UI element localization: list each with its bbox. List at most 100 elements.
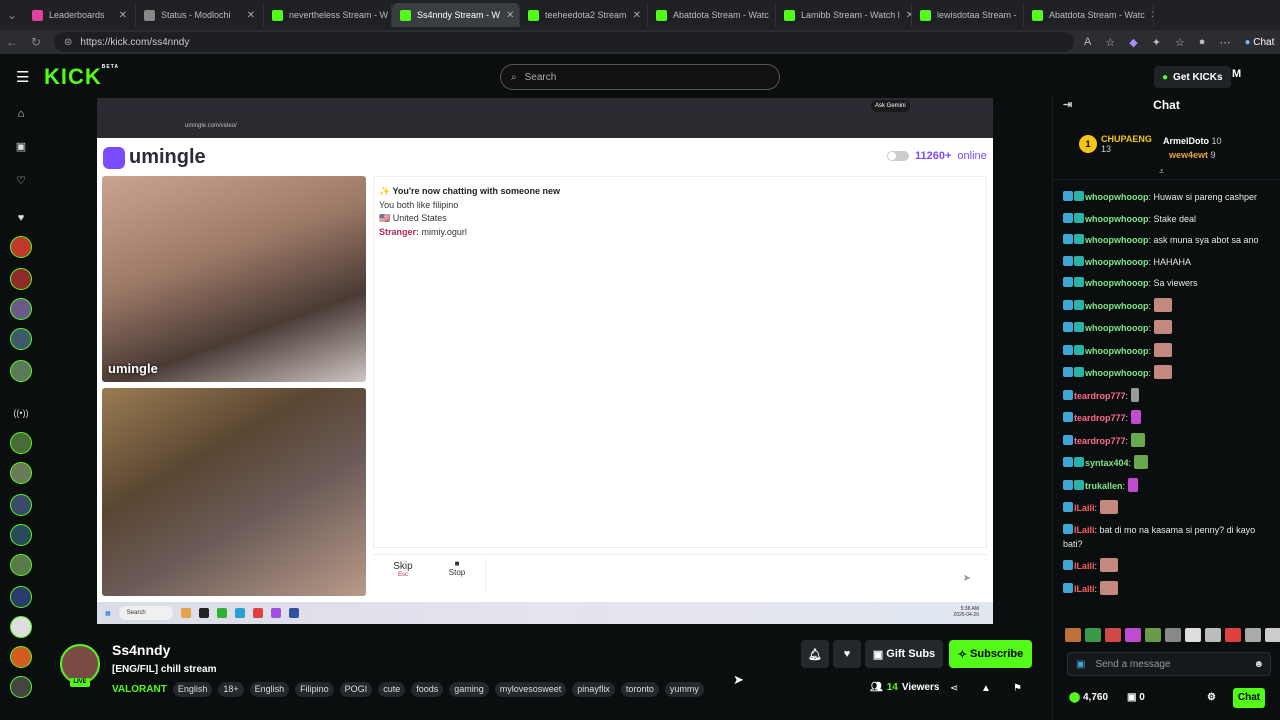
notification-bell-button[interactable]: 🔔︎ (801, 640, 829, 668)
read-aloud-icon[interactable]: A (1084, 36, 1091, 48)
chat-username[interactable]: ILaili (1074, 525, 1095, 535)
chat-username[interactable]: teardrop777 (1074, 413, 1126, 423)
site-info-icon[interactable]: ⊜ (64, 37, 72, 48)
chat-username[interactable]: teardrop777 (1074, 391, 1126, 401)
tag-chip[interactable]: toronto (620, 682, 659, 697)
chat-username[interactable]: teardrop777 (1074, 436, 1126, 446)
quick-emote-icon[interactable] (1105, 628, 1121, 642)
chat-username[interactable]: whoopwhooop (1085, 257, 1148, 267)
chat-username[interactable]: whoopwhooop (1085, 301, 1148, 311)
quick-emote-icon[interactable] (1145, 628, 1161, 642)
gear-icon[interactable]: ⚙ (1207, 692, 1216, 703)
get-kicks-button[interactable]: ● Get KICKs (1154, 66, 1231, 88)
leader-third[interactable]: wew4ewt 9 (1169, 150, 1216, 160)
chat-username[interactable]: whoopwhooop (1085, 235, 1148, 245)
quick-emote-icon[interactable] (1185, 628, 1201, 642)
send-chat-button[interactable]: Chat (1233, 688, 1265, 708)
chat-username[interactable]: whoopwhooop (1085, 323, 1148, 333)
emoji-icon[interactable]: ☻ (1253, 659, 1264, 670)
kick-logo[interactable]: KICKBETA (44, 64, 119, 90)
close-tab-icon[interactable]: ✕ (119, 10, 127, 21)
tag-chip[interactable]: POGI (339, 682, 373, 697)
tag-chip[interactable]: foods (411, 682, 444, 697)
quick-emote-icon[interactable] (1225, 628, 1241, 642)
live-icon[interactable]: ((•)) (13, 408, 29, 424)
tag-chip[interactable]: English (172, 682, 213, 697)
more-options-icon[interactable]: ⚑ (1013, 683, 1022, 694)
tag-chip[interactable]: yummy (664, 682, 704, 697)
user-menu[interactable]: M (1232, 68, 1241, 80)
tag-chip[interactable]: pinayflix (572, 682, 615, 697)
browser-tab[interactable]: Ss4nndy Stream - W ✕ (392, 3, 520, 27)
quick-emote-icon[interactable] (1085, 628, 1101, 642)
profile-icon[interactable]: ● (1199, 36, 1206, 48)
recommended-channel-avatar[interactable] (10, 554, 32, 576)
following-icon[interactable]: ♡ (13, 174, 29, 190)
copilot-button[interactable]: ● Chat (1244, 37, 1274, 48)
followed-channel-avatar[interactable] (10, 360, 32, 382)
recommended-channel-avatar[interactable] (10, 494, 32, 516)
recommended-channel-avatar[interactable] (10, 524, 32, 546)
followed-channel-avatar[interactable] (10, 236, 32, 258)
video-player[interactable]: Ask Gemini umingle.com/video/ umingle 11… (97, 98, 993, 624)
browser-tab[interactable]: Leaderboards ✕ (24, 3, 136, 27)
browser-tab[interactable]: lewisdotaa Stream -✕ (912, 3, 1024, 27)
favorites-icon[interactable]: ☆ (1175, 36, 1185, 49)
collapse-chat-icon[interactable]: ⇥ (1063, 98, 1072, 111)
chat-username[interactable]: whoopwhooop (1085, 346, 1148, 356)
more-icon[interactable]: ⋯ (1219, 36, 1230, 49)
leader-second[interactable]: ArmelDoto 10 (1163, 136, 1222, 146)
chat-username[interactable]: whoopwhooop (1085, 192, 1148, 202)
browser-tab[interactable]: Abatdota Stream - Watc✕ (1024, 3, 1154, 27)
chat-input[interactable]: ▣ Send a message ☻ (1067, 652, 1271, 676)
report-icon[interactable]: ▲ (981, 683, 991, 694)
quick-emote-icon[interactable] (1205, 628, 1221, 642)
tag-chip[interactable]: Filipino (295, 682, 334, 697)
recommended-channel-avatar[interactable] (10, 616, 32, 638)
close-tab-icon[interactable]: ✕ (506, 10, 514, 21)
chat-username[interactable]: ILaili (1074, 561, 1095, 571)
recommended-channel-avatar[interactable] (10, 646, 32, 668)
channel-points[interactable]: ⬤ 4,760 (1069, 692, 1108, 703)
chat-username[interactable]: ILaili (1074, 503, 1095, 513)
followed-channel-avatar[interactable] (10, 268, 32, 290)
menu-icon[interactable]: ☰ (16, 68, 29, 86)
subscribe-button[interactable]: ✧ Subscribe (949, 640, 1032, 668)
rewards-count[interactable]: ▣ 0 (1127, 692, 1145, 703)
quick-emote-icon[interactable] (1065, 628, 1081, 642)
chat-username[interactable]: whoopwhooop (1085, 214, 1148, 224)
browser-tab[interactable]: Abatdota Stream - Watc✕ (648, 3, 776, 27)
tag-chip[interactable]: English (249, 682, 290, 697)
close-tab-icon[interactable]: ✕ (1151, 10, 1153, 21)
tag-chip[interactable]: cute (378, 682, 406, 697)
browser-tab[interactable]: teeheedota2 Stream ✕ (520, 3, 648, 27)
url-field[interactable]: ⊜ https://kick.com/ss4nndy (54, 32, 1074, 52)
leader-first[interactable]: 1 CHUPAENG 13 (1079, 134, 1152, 154)
chat-mode-icon[interactable]: ▣ (1076, 659, 1085, 670)
gift-subs-button[interactable]: ▣ Gift Subs (865, 640, 943, 668)
recommended-channel-avatar[interactable] (10, 676, 32, 698)
chat-username[interactable]: trukallen (1085, 481, 1123, 491)
browser-tab[interactable]: Lamibb Stream - Watch l✕ (776, 3, 912, 27)
back-icon[interactable]: ← (0, 35, 24, 49)
recommended-channel-avatar[interactable] (10, 432, 32, 454)
tag-chip[interactable]: gaming (449, 682, 489, 697)
reload-icon[interactable]: ↻ (24, 35, 48, 49)
favorites-heart-icon[interactable]: ♥ (13, 212, 29, 228)
chat-username[interactable]: ILaili (1074, 584, 1095, 594)
follow-button[interactable]: ♥ (833, 640, 861, 668)
share-icon[interactable]: ⋖ (950, 683, 958, 694)
quick-emote-icon[interactable] (1165, 628, 1181, 642)
chat-username[interactable]: whoopwhooop (1085, 368, 1148, 378)
chat-username[interactable]: whoopwhooop (1085, 278, 1148, 288)
close-tab-icon[interactable]: ✕ (633, 10, 641, 21)
recommended-channel-avatar[interactable] (10, 586, 32, 608)
browser-tab[interactable]: Status - Modlochi ✕ (136, 3, 264, 27)
followed-channel-avatar[interactable] (10, 298, 32, 320)
expand-leaderboard-icon[interactable]: ⩡ (1159, 166, 1164, 177)
browse-icon[interactable]: ▣ (13, 140, 29, 156)
puzzle-icon[interactable]: ✦ (1152, 36, 1161, 49)
recommended-channel-avatar[interactable] (10, 462, 32, 484)
channel-name[interactable]: Ss4nndy (112, 642, 170, 658)
tag-chip[interactable]: mylovesosweet (494, 682, 567, 697)
